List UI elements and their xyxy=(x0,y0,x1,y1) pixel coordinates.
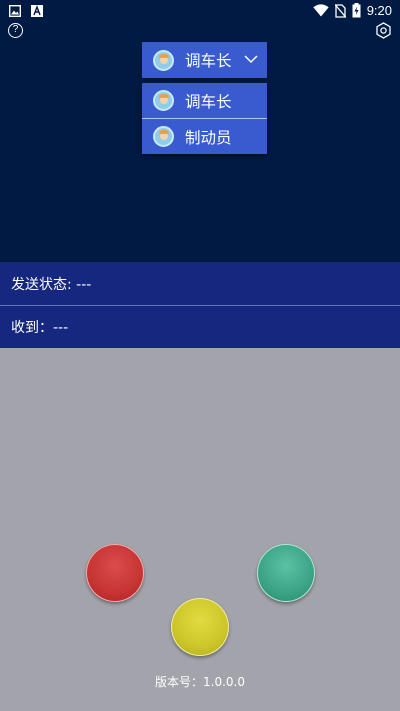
text-a-icon xyxy=(31,5,43,17)
battery-charging-icon xyxy=(352,3,361,18)
no-sim-icon xyxy=(334,3,346,18)
avatar-icon xyxy=(153,126,174,147)
red-signal-button[interactable] xyxy=(86,544,144,602)
avatar-icon xyxy=(153,90,174,111)
role-option-shunting-master[interactable]: 调车长 xyxy=(142,83,267,118)
wifi-icon xyxy=(312,4,329,17)
settings-icon[interactable] xyxy=(375,22,392,39)
avatar-icon xyxy=(153,49,174,71)
yellow-signal-button[interactable] xyxy=(171,598,229,656)
send-status-text: 发送状态: --- xyxy=(11,276,92,293)
help-icon[interactable]: ? xyxy=(8,23,23,38)
status-bar: 9:20 xyxy=(0,0,400,22)
role-dropdown-menu: 调车长 制动员 xyxy=(142,83,267,154)
role-option-label: 制动员 xyxy=(185,128,232,147)
role-select[interactable]: 调车长 xyxy=(142,42,267,78)
send-status-row: 发送状态: --- xyxy=(0,262,400,305)
clock: 9:20 xyxy=(366,3,392,18)
green-signal-button[interactable] xyxy=(257,544,315,602)
role-select-value: 调车长 xyxy=(185,52,232,70)
header-area: 9:20 ? 调车长 调车长 制动员 xyxy=(0,0,400,262)
gallery-icon xyxy=(9,5,21,17)
receive-status-row: 收到：--- xyxy=(0,306,400,348)
receive-status-text: 收到：--- xyxy=(11,320,69,336)
role-option-brakeman[interactable]: 制动员 xyxy=(142,119,267,154)
version-label: 版本号：1.0.0.0 xyxy=(155,675,245,689)
role-option-label: 调车长 xyxy=(185,92,232,111)
chevron-down-icon xyxy=(244,55,258,64)
